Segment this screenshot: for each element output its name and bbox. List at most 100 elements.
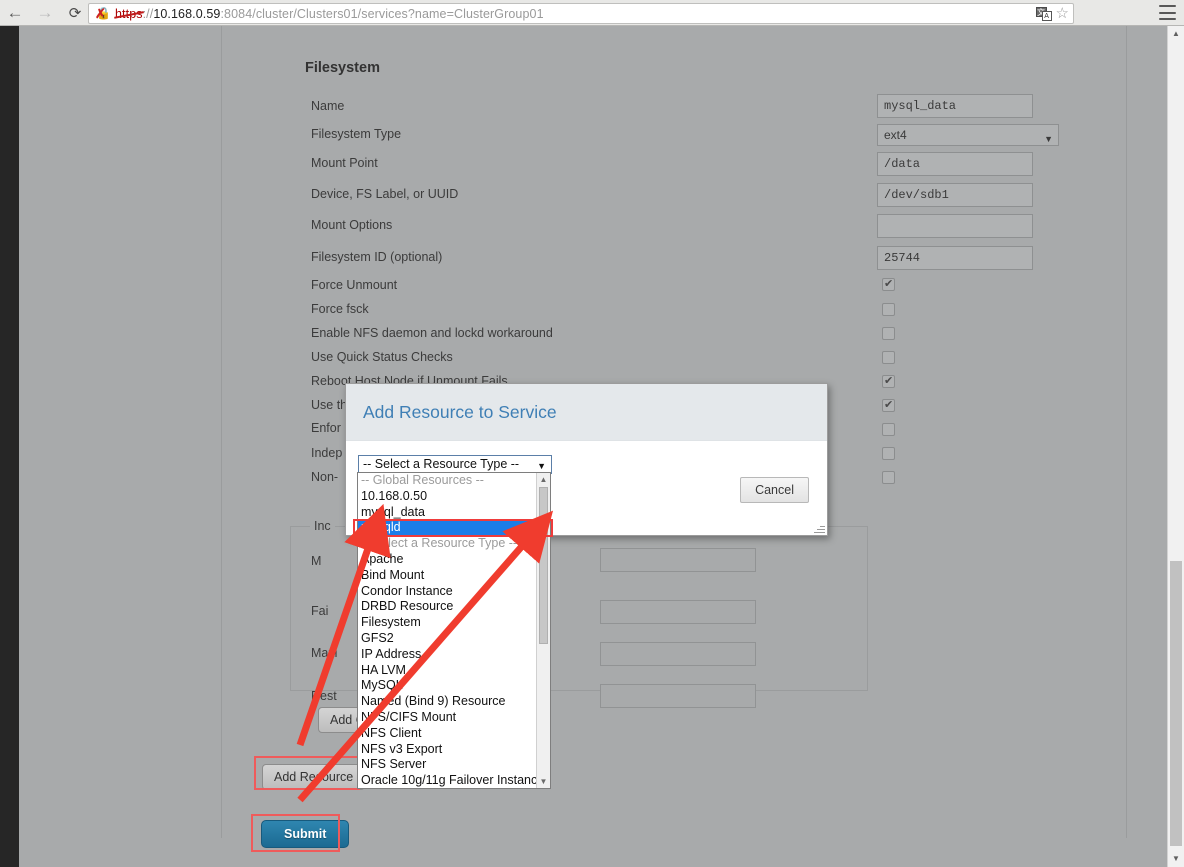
omnibox-actions: 文A ☆ bbox=[1035, 6, 1069, 22]
back-arrow-icon[interactable]: ← bbox=[0, 0, 30, 26]
dropdown-option[interactable]: Apache bbox=[358, 552, 550, 568]
field-label: Enfor bbox=[311, 421, 341, 435]
dropdown-option[interactable]: mysql_data bbox=[358, 505, 550, 521]
group-text-input[interactable] bbox=[600, 600, 756, 624]
field-control bbox=[877, 398, 895, 412]
screenshot-root: ← → ⟳ 🔒 ✗ https://10.168.0.59:8084/cluste… bbox=[0, 0, 1184, 867]
dropdown-option[interactable]: IP Address bbox=[358, 647, 550, 663]
dropdown-group-header: -- Select a Resource Type -- bbox=[361, 536, 518, 551]
url-host: 10.168.0.59 bbox=[153, 6, 221, 21]
add-resource-button[interactable]: Add Resource bbox=[262, 764, 366, 790]
group-field-label: Fai bbox=[311, 604, 329, 618]
group-field-label: M bbox=[311, 554, 322, 568]
group-text-input[interactable] bbox=[600, 642, 756, 666]
field-control bbox=[877, 303, 895, 316]
resource-type-dropdown-list[interactable]: -- Global Resources -- 10.168.0.50 mysql_d… bbox=[357, 472, 551, 789]
translate-icon[interactable]: 文A bbox=[1035, 6, 1052, 22]
field-control bbox=[877, 214, 1033, 238]
checkbox[interactable] bbox=[882, 423, 895, 436]
group-legend: Inc bbox=[310, 519, 335, 533]
text-input[interactable]: /dev/sdb1 bbox=[877, 183, 1033, 207]
text-input[interactable]: /data bbox=[877, 152, 1033, 176]
dropdown-option[interactable]: DRBD Resource bbox=[358, 599, 550, 615]
dialog-header: Add Resource to Service bbox=[346, 384, 827, 441]
scroll-down-arrow-icon[interactable]: ▼ bbox=[1168, 851, 1184, 867]
dropdown-option[interactable]: mysqld bbox=[358, 520, 550, 537]
chevron-down-icon: ▼ bbox=[1044, 134, 1053, 144]
field-control bbox=[877, 277, 895, 291]
field-label: Force Unmount bbox=[311, 278, 398, 292]
field-label: Force fsck bbox=[311, 302, 369, 316]
url-scheme: https bbox=[115, 6, 143, 21]
field-label: Indep bbox=[311, 446, 343, 460]
scroll-up-arrow-icon[interactable]: ▲ bbox=[1168, 26, 1184, 42]
select-input[interactable]: ext4 ▼ bbox=[877, 124, 1059, 146]
text-input[interactable]: mysql_data bbox=[877, 94, 1033, 118]
dropdown-option[interactable]: Filesystem bbox=[358, 615, 550, 631]
group-field-label: Maxi bbox=[311, 646, 338, 660]
field-control: ext4 ▼ bbox=[877, 124, 1059, 146]
cancel-button[interactable]: Cancel bbox=[740, 477, 809, 503]
checkbox[interactable] bbox=[882, 447, 895, 460]
dropdown-option[interactable]: Bind Mount bbox=[358, 568, 550, 584]
group-text-input[interactable] bbox=[600, 548, 756, 572]
checkbox[interactable] bbox=[882, 374, 895, 388]
page-bottom-strip bbox=[19, 838, 1167, 867]
field-label: Device, FS Label, or UUID bbox=[311, 187, 459, 201]
field-label: Mount Point bbox=[311, 156, 378, 170]
field-control bbox=[877, 423, 895, 436]
dropdown-scrollbar[interactable]: ▲ ▼ bbox=[536, 473, 550, 788]
group-field-label: Rest bbox=[311, 689, 337, 703]
field-label: Filesystem Type bbox=[311, 127, 402, 141]
dropdown-option[interactable]: 10.168.0.50 bbox=[358, 489, 550, 505]
scroll-up-arrow-icon[interactable]: ▲ bbox=[537, 473, 550, 486]
dropdown-option[interactable]: NFS Server bbox=[358, 757, 550, 773]
field-control: /data bbox=[877, 152, 1033, 176]
field-control bbox=[877, 351, 895, 364]
text-input[interactable]: 25744 bbox=[877, 246, 1033, 270]
checkbox[interactable] bbox=[882, 277, 895, 291]
field-control bbox=[877, 327, 895, 340]
scroll-down-arrow-icon[interactable]: ▼ bbox=[537, 775, 550, 788]
field-label: Use Quick Status Checks bbox=[311, 350, 453, 364]
page-scrollbar[interactable]: ▲ ▼ bbox=[1167, 26, 1184, 867]
dropdown-option[interactable]: MySQL bbox=[358, 678, 550, 694]
forward-arrow-icon[interactable]: → bbox=[30, 0, 60, 26]
dropdown-option[interactable]: HA LVM bbox=[358, 663, 550, 679]
group-text-input[interactable] bbox=[600, 684, 756, 708]
dropdown-scroll-thumb[interactable] bbox=[539, 487, 548, 644]
checkbox[interactable] bbox=[882, 471, 895, 484]
dropdown-option[interactable]: Condor Instance bbox=[358, 584, 550, 600]
text-input[interactable] bbox=[877, 214, 1033, 238]
page-title: Filesystem bbox=[305, 60, 380, 76]
field-label: Non- bbox=[311, 470, 339, 484]
checkbox[interactable] bbox=[882, 398, 895, 412]
dropdown-option[interactable]: NFS Client bbox=[358, 726, 550, 742]
dropdown-option[interactable]: NFS/CIFS Mount bbox=[358, 710, 550, 726]
field-label: Filesystem ID (optional) bbox=[311, 250, 443, 264]
page-scroll-thumb[interactable] bbox=[1170, 561, 1182, 846]
reload-icon[interactable]: ⟳ bbox=[60, 0, 90, 26]
checkbox[interactable] bbox=[882, 303, 895, 316]
checkbox[interactable] bbox=[882, 327, 895, 340]
dropdown-option[interactable]: NFS v3 Export bbox=[358, 742, 550, 758]
resize-grip-icon[interactable] bbox=[813, 522, 825, 534]
field-control bbox=[877, 374, 895, 388]
submit-button[interactable]: Submit bbox=[261, 820, 350, 848]
field-label: Name bbox=[311, 99, 345, 113]
resource-type-select-value: -- Select a Resource Type -- bbox=[363, 457, 520, 471]
dialog-title: Add Resource to Service bbox=[363, 401, 557, 422]
dropdown-option[interactable]: Named (Bind 9) Resource bbox=[358, 694, 550, 710]
star-icon[interactable]: ☆ bbox=[1056, 6, 1069, 22]
field-label: Mount Options bbox=[311, 218, 393, 232]
dropdown-option[interactable]: Oracle 10g/11g Failover Instance bbox=[358, 773, 550, 788]
field-control: mysql_data bbox=[877, 94, 1033, 118]
field-control: /dev/sdb1 bbox=[877, 183, 1033, 207]
hamburger-menu-icon[interactable] bbox=[1159, 5, 1176, 20]
checkbox[interactable] bbox=[882, 351, 895, 364]
address-bar[interactable]: 🔒 ✗ https://10.168.0.59:8084/cluster/Clus… bbox=[88, 3, 1074, 24]
field-control bbox=[877, 471, 895, 484]
field-control: 25744 bbox=[877, 246, 1033, 270]
dropdown-option[interactable]: GFS2 bbox=[358, 631, 550, 647]
broken-lock-icon[interactable]: 🔒 ✗ bbox=[95, 6, 111, 21]
